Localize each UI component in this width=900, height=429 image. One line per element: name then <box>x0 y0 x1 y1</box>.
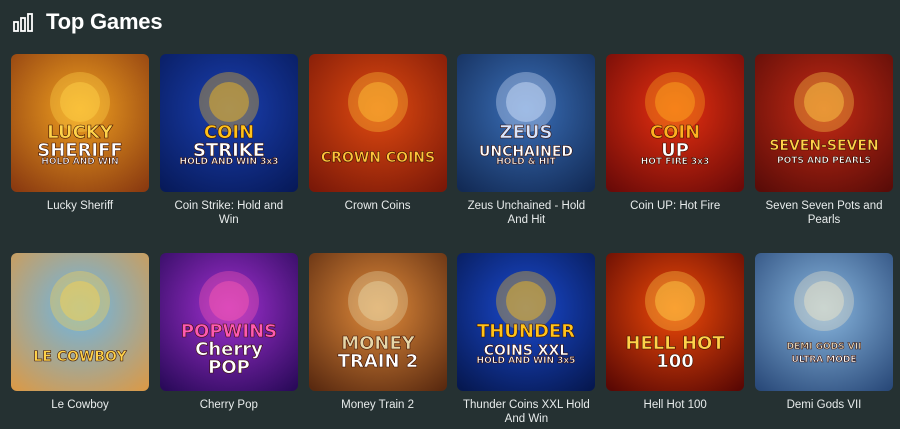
game-artwork: LE COWBOY <box>11 253 149 391</box>
game-thumbnail[interactable]: THUNDER COINS XXL HOLD AND WIN 3x5 <box>457 253 596 391</box>
game-card[interactable]: MONEY TRAIN 2 Money Train 2 <box>308 253 447 412</box>
game-logo-text: CROWN COINS <box>321 150 435 166</box>
game-card[interactable]: THUNDER COINS XXL HOLD AND WIN 3x5 Thunder … <box>457 253 596 426</box>
game-thumbnail[interactable]: SEVEN-SEVEN POTS AND PEARLS <box>755 54 893 192</box>
game-thumbnail[interactable]: HELL HOT 100 <box>606 253 745 391</box>
game-card[interactable]: CROWN COINS Crown Coins <box>308 54 447 213</box>
game-logo-text: ULTRA MODE <box>792 355 857 365</box>
game-logo-text: 100 <box>656 351 694 372</box>
game-artwork: SEVEN-SEVEN POTS AND PEARLS <box>755 54 893 192</box>
game-artwork: CROWN COINS <box>308 54 447 192</box>
game-title[interactable]: Coin UP: Hot Fire <box>606 199 744 213</box>
game-logo-text: DEMI GODS VII <box>787 342 862 352</box>
game-thumbnail[interactable]: LE COWBOY <box>11 253 149 391</box>
game-logo-text: HOT FIRE 3x3 <box>641 157 710 167</box>
game-title[interactable]: Thunder Coins XXL Hold And Win <box>457 398 595 426</box>
bar-chart-icon <box>13 13 33 32</box>
game-logo-text: SEVEN-SEVEN <box>769 138 878 154</box>
game-card[interactable]: COIN STRIKE HOLD AND WIN 3x3 Coin Strike: H… <box>159 54 298 227</box>
game-title[interactable]: Coin Strike: Hold and Win <box>160 199 298 227</box>
game-artwork: MONEYTRAIN 2 <box>308 253 447 391</box>
game-card[interactable]: ZEUS UNCHAINED HOLD & HIT Zeus Unchained - … <box>457 54 596 227</box>
game-title[interactable]: Le Cowboy <box>11 398 149 412</box>
game-title[interactable]: Money Train 2 <box>309 398 447 412</box>
game-card[interactable]: DEMI GODS VII ULTRA MODE Demi Gods VII <box>755 253 893 412</box>
game-logo-text: HOLD AND WIN <box>41 157 118 167</box>
game-title[interactable]: Zeus Unchained - Hold And Hit <box>457 199 595 227</box>
game-artwork: HELL HOT100 <box>606 253 745 391</box>
game-artwork: ZEUSUNCHAINEDHOLD & HIT <box>457 54 596 192</box>
game-logo-text: POTS AND PEARLS <box>777 156 871 166</box>
game-thumbnail[interactable]: ZEUS UNCHAINED HOLD & HIT <box>457 54 596 192</box>
game-artwork: DEMI GODS VII ULTRA MODE <box>755 253 893 391</box>
game-artwork: COINSTRIKEHOLD AND WIN 3x3 <box>159 54 298 192</box>
game-thumbnail[interactable]: COIN UP HOT FIRE 3x3 <box>606 54 745 192</box>
game-card[interactable]: SEVEN-SEVEN POTS AND PEARLS Seven Seven Po… <box>755 54 893 227</box>
game-card[interactable]: LE COWBOY Le Cowboy <box>11 253 149 412</box>
game-title[interactable]: Cherry Pop <box>160 398 298 412</box>
game-thumbnail[interactable]: CROWN COINS <box>308 54 447 192</box>
game-title[interactable]: Demi Gods VII <box>755 398 893 412</box>
game-artwork: COINUPHOT FIRE 3x3 <box>606 54 745 192</box>
game-card[interactable]: HELL HOT 100 Hell Hot 100 <box>606 253 745 412</box>
game-thumbnail[interactable]: LUCKY SHERIFF HOLD AND WIN <box>11 54 149 192</box>
game-logo-text: HOLD & HIT <box>497 157 557 167</box>
game-logo-text: ZEUS <box>500 122 553 143</box>
section-title: Top Games <box>46 9 163 34</box>
game-card[interactable]: POPWINS Cherry POP Cherry Pop <box>159 253 298 412</box>
game-artwork: THUNDERCOINS XXLHOLD AND WIN 3x5 <box>457 253 596 391</box>
game-card[interactable]: COIN UP HOT FIRE 3x3 Coin UP: Hot Fire <box>606 54 745 213</box>
game-thumbnail[interactable]: DEMI GODS VII ULTRA MODE <box>755 253 893 391</box>
game-thumbnail[interactable]: MONEY TRAIN 2 <box>308 253 447 391</box>
game-logo-text: THUNDER <box>477 321 575 342</box>
game-thumbnail[interactable]: COIN STRIKE HOLD AND WIN 3x3 <box>159 54 298 192</box>
game-thumbnail[interactable]: POPWINS Cherry POP <box>159 253 298 391</box>
game-logo-text: HOLD AND WIN 3x5 <box>477 356 576 366</box>
game-card[interactable]: LUCKY SHERIFF HOLD AND WIN Lucky Sheriff <box>11 54 149 213</box>
section-header: Top Games <box>12 8 163 36</box>
game-logo-text: LE COWBOY <box>33 349 127 365</box>
game-artwork: LUCKYSHERIFFHOLD AND WIN <box>11 54 149 192</box>
game-logo-text: POP <box>208 357 250 378</box>
game-title[interactable]: Seven Seven Pots and Pearls <box>755 199 893 227</box>
game-title[interactable]: Crown Coins <box>309 199 447 213</box>
game-title[interactable]: Hell Hot 100 <box>606 398 744 412</box>
game-artwork: POPWINSCherryPOP <box>159 253 298 391</box>
game-title[interactable]: Lucky Sheriff <box>11 199 149 213</box>
game-logo-text: HOLD AND WIN 3x3 <box>179 157 278 167</box>
game-logo-text: TRAIN 2 <box>337 351 418 372</box>
